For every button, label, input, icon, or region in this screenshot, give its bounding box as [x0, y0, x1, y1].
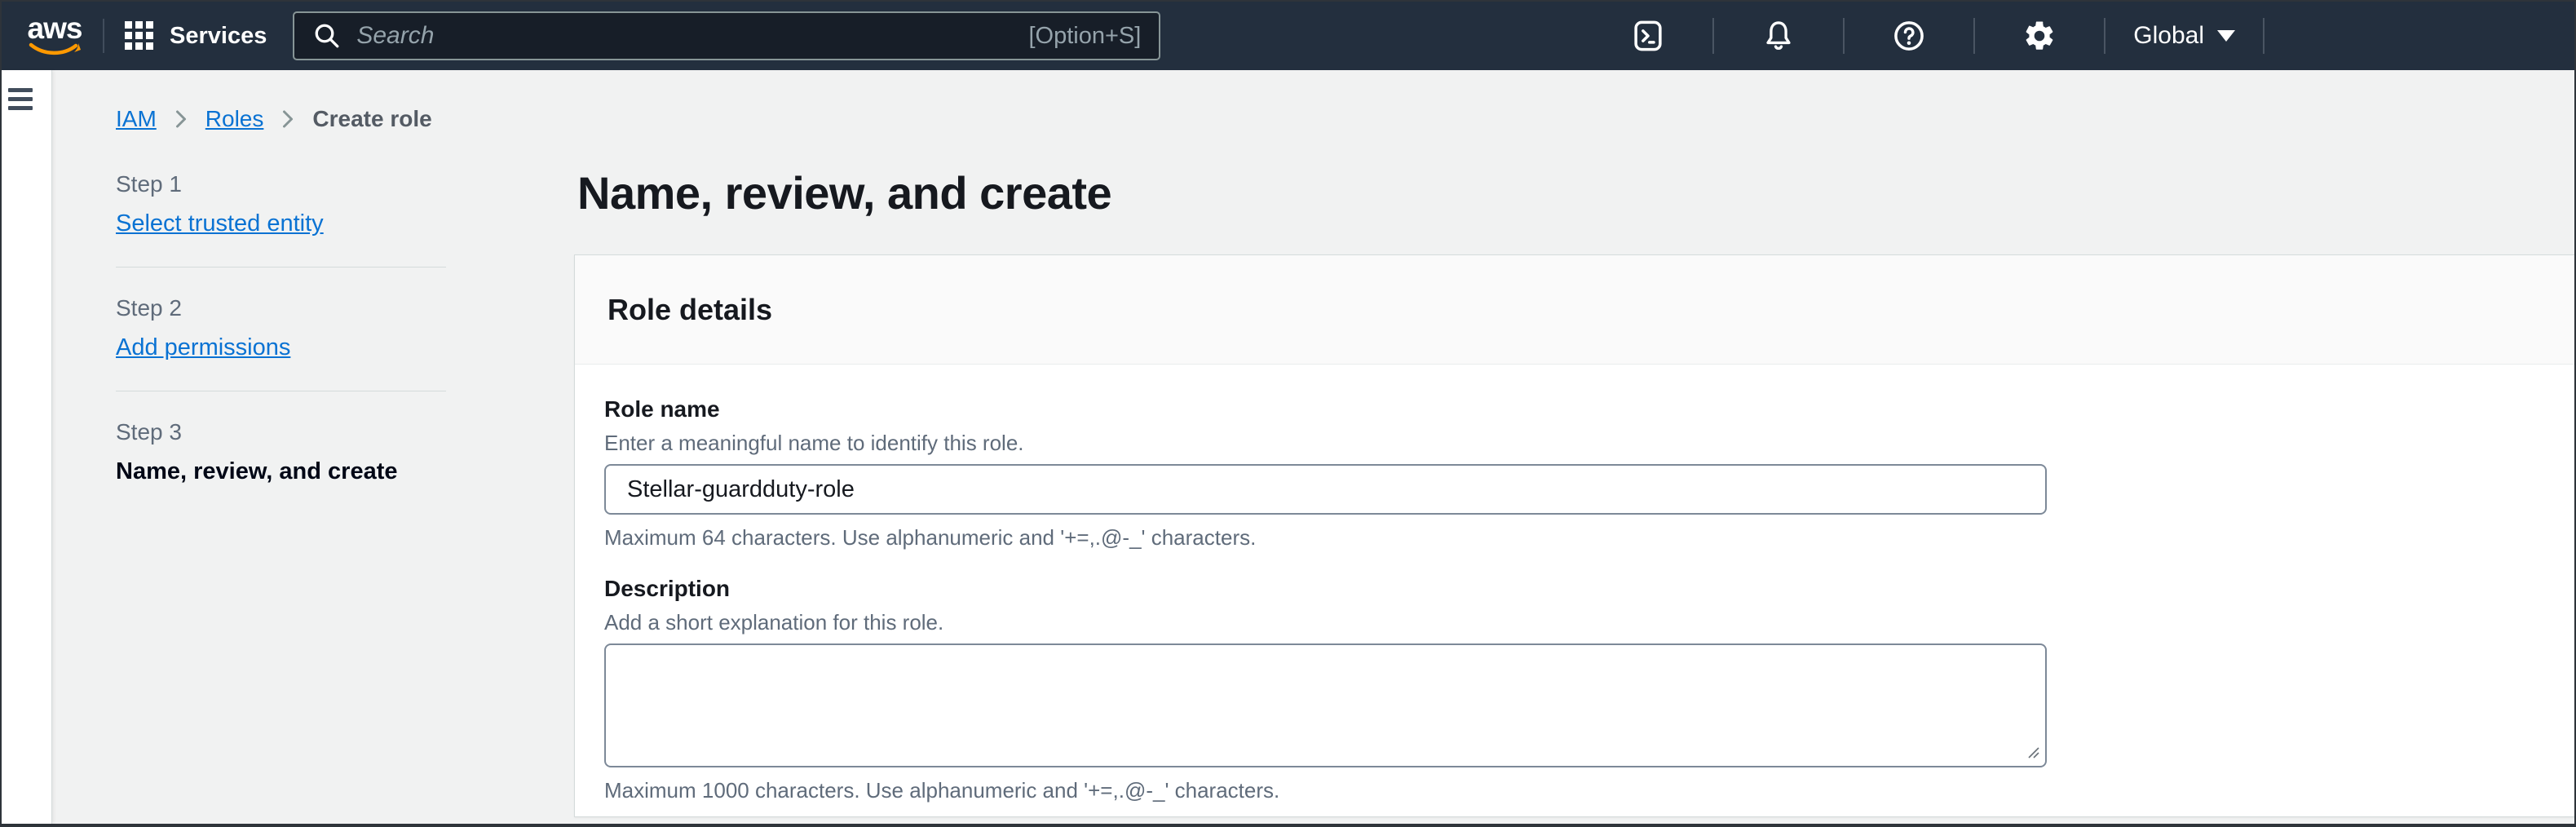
role-details-panel: Role details Role name Enter a meaningfu… — [574, 254, 2574, 817]
step-link-select-trusted-entity[interactable]: Select trusted entity — [116, 210, 324, 237]
main-content: Name, review, and create Role details Ro… — [574, 70, 2574, 824]
region-selector[interactable]: Global — [2128, 22, 2240, 50]
search-icon — [312, 21, 342, 51]
step-number-label: Step 3 — [116, 419, 446, 445]
role-name-label: Role name — [604, 396, 2542, 423]
breadcrumb-link-iam[interactable]: IAM — [116, 106, 157, 132]
aws-smile-icon — [28, 42, 82, 57]
services-button[interactable]: Services — [124, 20, 267, 51]
topbar-divider — [2263, 18, 2264, 54]
search-input[interactable] — [356, 22, 1028, 50]
resize-handle-icon[interactable] — [2026, 745, 2040, 759]
chevron-right-icon — [173, 109, 189, 129]
role-name-input[interactable] — [604, 464, 2047, 515]
topbar-divider — [1843, 18, 1845, 54]
services-label: Services — [170, 23, 267, 50]
browser-window: aws Services [Option+S] — [0, 0, 2576, 827]
topbar-divider — [2104, 18, 2105, 54]
topbar-divider — [1973, 18, 1975, 54]
page-body: IAM Roles Create role Step 1 Select trus… — [2, 70, 2574, 824]
description-textarea[interactable] — [604, 643, 2047, 767]
settings-button[interactable] — [2021, 17, 2058, 55]
wizard-step-3: Step 3 Name, review, and create — [116, 419, 446, 515]
question-icon — [1892, 19, 1926, 53]
role-name-hint: Enter a meaningful name to identify this… — [604, 430, 2542, 456]
wizard-steps-nav: Step 1 Select trusted entity Step 2 Add … — [116, 171, 446, 515]
breadcrumb-current: Create role — [312, 106, 431, 132]
help-button[interactable] — [1890, 17, 1928, 55]
topbar-right-cluster: Global — [1606, 2, 2574, 70]
wizard-step-1: Step 1 Select trusted entity — [116, 171, 446, 268]
aws-logo-text: aws — [28, 15, 82, 42]
cloudshell-button[interactable] — [1629, 17, 1667, 55]
open-menu-button[interactable] — [8, 88, 41, 121]
caret-down-icon — [2217, 30, 2235, 42]
step-number-label: Step 2 — [116, 295, 446, 321]
collapsed-side-navigation — [2, 70, 52, 824]
breadcrumb: IAM Roles Create role — [116, 106, 432, 132]
role-name-constraint: Maximum 64 characters. Use alphanumeric … — [604, 524, 2542, 551]
gear-icon — [2022, 19, 2057, 53]
topbar-spacer — [2287, 36, 2574, 37]
role-name-field: Role name Enter a meaningful name to ide… — [604, 396, 2542, 551]
wizard-step-2: Step 2 Add permissions — [116, 295, 446, 391]
description-hint: Add a short explanation for this role. — [604, 609, 2542, 635]
panel-header: Role details — [575, 255, 2574, 365]
description-label: Description — [604, 575, 2542, 603]
cloudshell-terminal-icon — [1631, 19, 1665, 53]
notifications-button[interactable] — [1760, 17, 1797, 55]
chevron-right-icon — [280, 109, 296, 129]
description-field: Description Add a short explanation for … — [604, 575, 2542, 803]
aws-logo[interactable]: aws — [26, 15, 83, 57]
step-current-name-review-create: Name, review, and create — [116, 458, 398, 484]
panel-title: Role details — [608, 293, 772, 327]
aws-console-topbar: aws Services [Option+S] — [2, 2, 2574, 70]
step-number-label: Step 1 — [116, 171, 446, 197]
region-label: Global — [2133, 22, 2204, 50]
bell-icon — [1761, 19, 1796, 53]
page-title: Name, review, and create — [577, 166, 1111, 219]
step-link-add-permissions[interactable]: Add permissions — [116, 334, 290, 360]
panel-body: Role name Enter a meaningful name to ide… — [575, 365, 2574, 816]
topbar-divider — [103, 19, 104, 53]
topbar-divider — [1712, 18, 1714, 54]
search-bar[interactable]: [Option+S] — [293, 11, 1160, 60]
breadcrumb-link-roles[interactable]: Roles — [205, 106, 264, 132]
description-constraint: Maximum 1000 characters. Use alphanumeri… — [604, 777, 2542, 803]
menu-icon — [8, 88, 33, 92]
search-shortcut-hint: [Option+S] — [1028, 23, 1141, 50]
grid-icon — [124, 20, 155, 51]
